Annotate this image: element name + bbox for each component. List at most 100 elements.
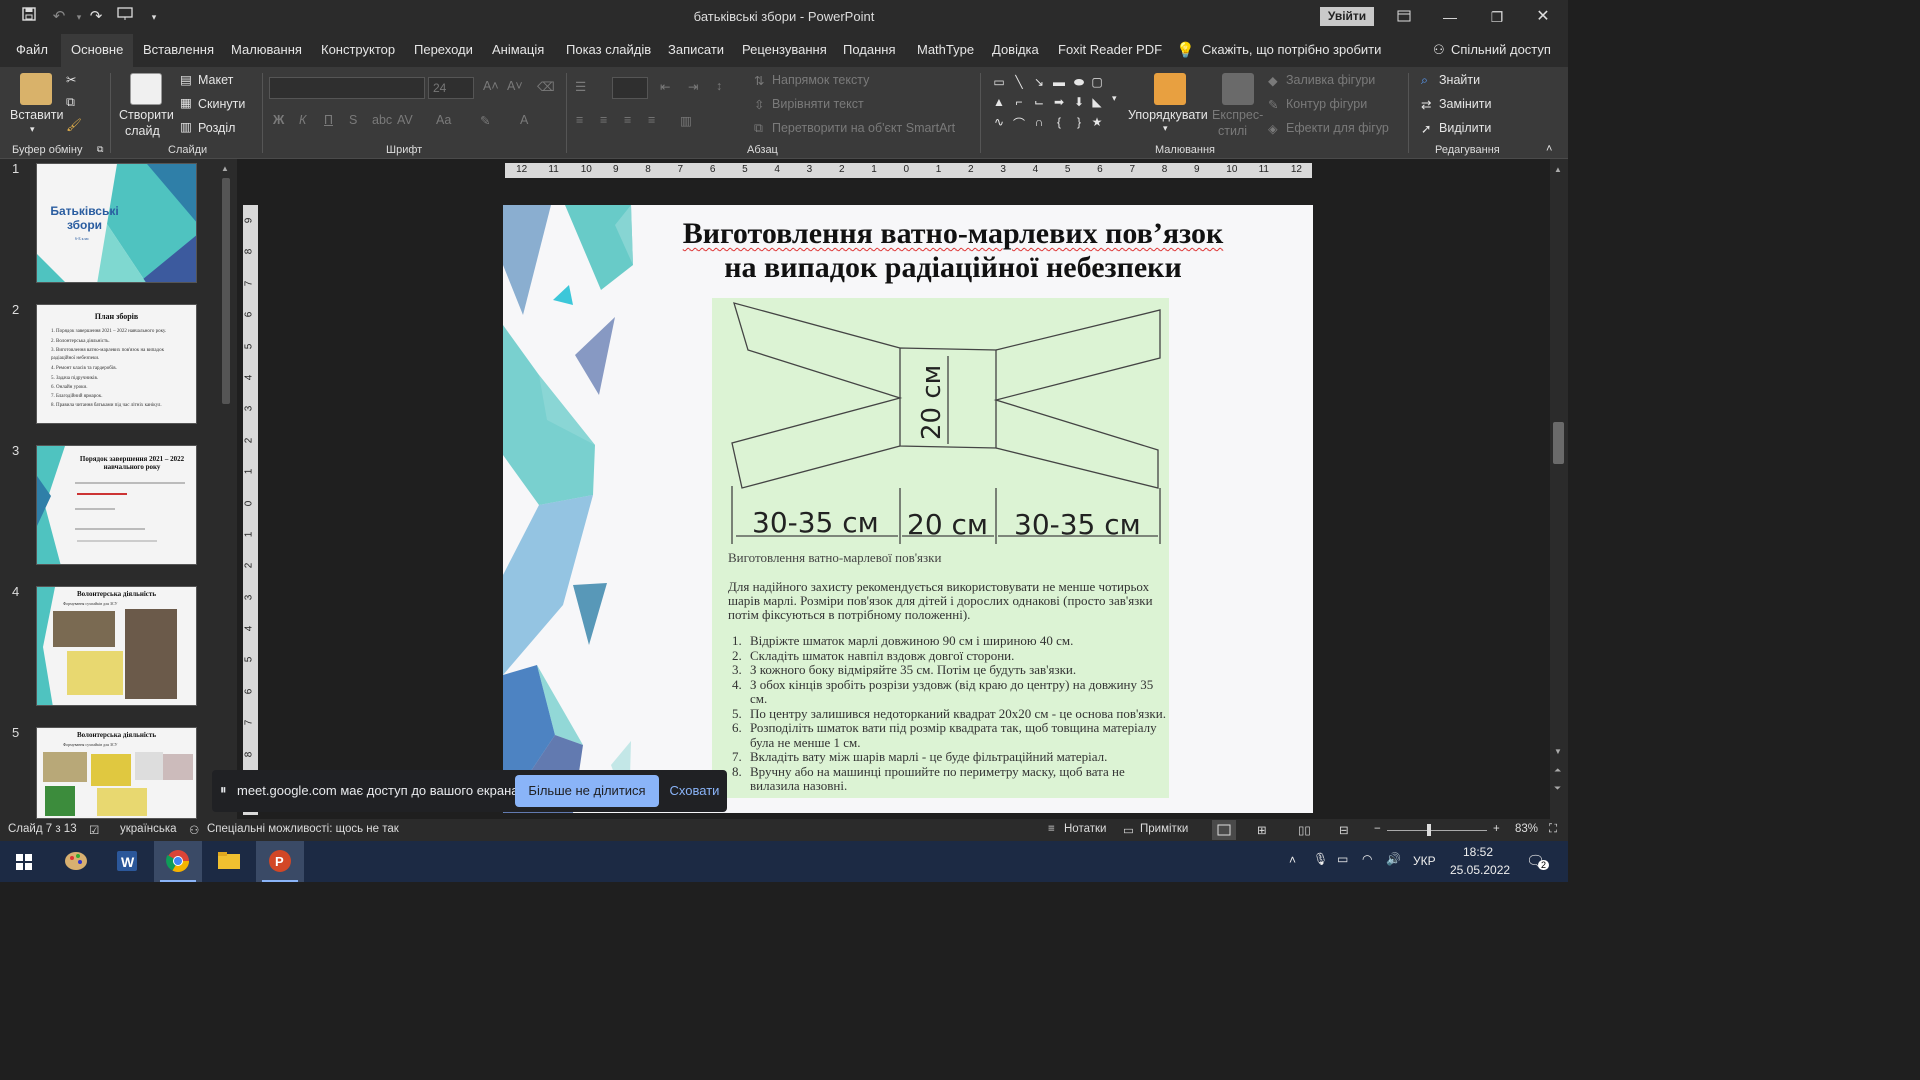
- slide-sorter-icon[interactable]: ⊞: [1257, 823, 1267, 837]
- tab-view[interactable]: Подання: [843, 42, 896, 57]
- paste-dropdown-icon[interactable]: ▾: [30, 124, 35, 135]
- restore-icon[interactable]: ❐: [1474, 4, 1520, 30]
- elbow-shape-icon[interactable]: ⌐: [1010, 95, 1028, 109]
- align-left-icon[interactable]: ≡: [576, 113, 583, 127]
- smartart-button[interactable]: Перетворити на об'єкт SmartArt: [772, 121, 955, 135]
- thumbnails-scrollbar[interactable]: ▲: [219, 162, 233, 817]
- bullets-icon[interactable]: ☰: [575, 79, 586, 94]
- reading-view-icon[interactable]: ▯▯: [1298, 823, 1311, 837]
- textbox-shape-icon[interactable]: ▭: [990, 75, 1008, 89]
- tab-home[interactable]: Основне: [61, 34, 134, 67]
- line-shape-icon[interactable]: ╲: [1010, 75, 1028, 89]
- slide-title[interactable]: Виготовлення ватно-марлевих пов’язок на …: [643, 217, 1263, 285]
- slide-scrollbar[interactable]: ▲ ▼ ⏶ ⏷: [1550, 159, 1568, 819]
- ribbon-display-icon[interactable]: [1381, 4, 1427, 30]
- replace-button[interactable]: Замінити: [1439, 97, 1491, 111]
- strikethrough-icon[interactable]: abc: [372, 113, 392, 127]
- tab-draw[interactable]: Малювання: [231, 42, 302, 57]
- decrease-indent-icon[interactable]: ⇤: [660, 79, 670, 94]
- section-button[interactable]: Розділ: [198, 121, 235, 135]
- next-slide-icon[interactable]: ⏷: [1554, 783, 1561, 794]
- scroll-up-icon[interactable]: ▲: [1554, 165, 1562, 174]
- tell-me-search[interactable]: Скажіть, що потрібно зробити: [1202, 42, 1381, 57]
- notes-button[interactable]: Нотатки: [1064, 823, 1106, 835]
- new-slide-button-line2[interactable]: слайд: [125, 124, 160, 138]
- char-spacing-icon[interactable]: AV: [397, 113, 413, 127]
- zoom-slider-thumb[interactable]: [1427, 824, 1431, 836]
- fit-to-window-icon[interactable]: ⛶: [1549, 823, 1557, 836]
- word-app-icon[interactable]: W: [103, 841, 151, 882]
- line-spacing-icon[interactable]: ↕: [716, 79, 722, 93]
- powerpoint-app-icon[interactable]: P: [256, 841, 304, 882]
- hide-button[interactable]: Сховати: [667, 775, 722, 807]
- bandage-instruction-image[interactable]: 20 см 30-35 см 20 см 30-35 см Виготовлен…: [712, 298, 1169, 798]
- tab-slideshow[interactable]: Показ слайдів: [566, 42, 651, 57]
- paste-button[interactable]: Вставити: [10, 108, 63, 122]
- rectangle-shape-icon[interactable]: ▬: [1050, 75, 1068, 89]
- quick-styles-button[interactable]: Експрес-: [1212, 108, 1263, 122]
- rounded-rect-shape-icon[interactable]: ▢: [1088, 75, 1106, 89]
- collapse-ribbon-icon[interactable]: ˄: [1546, 143, 1552, 155]
- underline-icon[interactable]: П: [324, 113, 333, 127]
- stop-sharing-button[interactable]: Більше не ділитися: [515, 775, 659, 807]
- font-name-field[interactable]: [269, 77, 425, 99]
- language-status[interactable]: українська: [120, 823, 177, 835]
- paint-app-icon[interactable]: [52, 841, 100, 882]
- find-button[interactable]: Знайти: [1439, 73, 1480, 87]
- format-painter-icon[interactable]: 🖌: [66, 118, 82, 133]
- callout-shape-icon[interactable]: ◣: [1088, 95, 1106, 109]
- right-arrow-shape-icon[interactable]: ➡: [1050, 95, 1068, 109]
- clock-date[interactable]: 25.05.2022: [1450, 863, 1510, 877]
- tab-file[interactable]: Файл: [16, 42, 48, 57]
- align-text-button[interactable]: Вирівняти текст: [772, 97, 864, 111]
- shapes-more-icon[interactable]: ▾: [1112, 93, 1117, 104]
- zoom-out-icon[interactable]: −: [1374, 823, 1381, 835]
- input-language[interactable]: УКР: [1413, 854, 1436, 868]
- numbering-field[interactable]: [612, 77, 648, 99]
- curve-shape-icon[interactable]: ∩: [1030, 115, 1048, 129]
- font-size-field[interactable]: 24: [428, 77, 474, 99]
- triangle-shape-icon[interactable]: ▲: [990, 95, 1008, 109]
- quick-styles-icon[interactable]: [1222, 73, 1254, 105]
- slideshow-view-icon[interactable]: ⊟: [1339, 823, 1349, 837]
- arrange-dropdown-icon[interactable]: ▾: [1163, 123, 1168, 134]
- accessibility-status[interactable]: Спеціальні можливості: щось не так: [207, 823, 399, 835]
- previous-slide-icon[interactable]: ⏶: [1554, 765, 1561, 776]
- font-color-icon[interactable]: A: [520, 113, 528, 127]
- shadow-icon[interactable]: S: [349, 113, 357, 127]
- chrome-app-icon[interactable]: [154, 841, 202, 882]
- tab-design[interactable]: Конструктор: [321, 42, 395, 57]
- battery-icon[interactable]: ▭: [1337, 852, 1348, 866]
- slide-canvas[interactable]: Виготовлення ватно-марлевих пов’язок на …: [503, 205, 1313, 813]
- oval-shape-icon[interactable]: ⬬: [1070, 75, 1088, 90]
- normal-view-icon[interactable]: [1212, 820, 1236, 840]
- tab-help[interactable]: Довідка: [992, 42, 1039, 57]
- zoom-in-icon[interactable]: +: [1493, 823, 1500, 835]
- slide-thumbnail-5[interactable]: Волонтерська діяльність Формування сухпа…: [36, 727, 197, 819]
- italic-icon[interactable]: К: [299, 113, 306, 127]
- start-button[interactable]: [0, 841, 48, 882]
- spellcheck-icon[interactable]: ☑: [89, 823, 99, 837]
- arrange-icon[interactable]: [1154, 73, 1186, 105]
- bold-icon[interactable]: Ж: [273, 113, 284, 127]
- highlight-icon[interactable]: ✎: [480, 113, 490, 128]
- down-arrow-shape-icon[interactable]: ⬇: [1070, 95, 1088, 109]
- arrange-button[interactable]: Упорядкувати: [1128, 108, 1208, 122]
- tab-animations[interactable]: Анімація: [492, 42, 544, 57]
- scroll-down-icon[interactable]: ▼: [1554, 747, 1562, 756]
- zoom-level[interactable]: 83%: [1515, 823, 1538, 835]
- right-brace-shape-icon[interactable]: }: [1070, 115, 1088, 129]
- arc-shape-icon[interactable]: ⌒: [1010, 115, 1028, 132]
- file-explorer-icon[interactable]: [205, 841, 253, 882]
- layout-button[interactable]: Макет: [198, 73, 233, 87]
- wifi-icon[interactable]: ◠: [1362, 852, 1372, 866]
- left-brace-shape-icon[interactable]: {: [1050, 115, 1068, 129]
- new-slide-button[interactable]: Створити: [119, 108, 174, 122]
- increase-indent-icon[interactable]: ⇥: [688, 79, 698, 94]
- slide-thumbnail-2[interactable]: План зборів 1. Порядок завершення 2021 –…: [36, 304, 197, 424]
- shapes-gallery[interactable]: ▭ ╲ ↘ ▬ ⬬ ▢ ▲ ⌐ ⌙ ➡ ⬇ ◣ ∿ ⌒ ∩ { } ★: [988, 73, 1106, 135]
- change-case-icon[interactable]: Aa: [436, 113, 451, 127]
- paste-icon[interactable]: [20, 73, 52, 105]
- select-button[interactable]: Виділити: [1439, 121, 1491, 135]
- shape-fill-button[interactable]: Заливка фігури: [1286, 73, 1375, 87]
